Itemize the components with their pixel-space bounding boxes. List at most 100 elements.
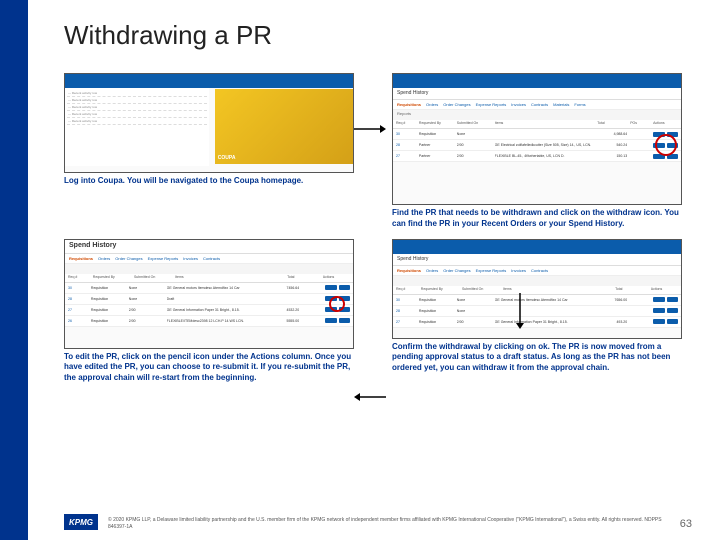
tab-invoices[interactable]: Invoices bbox=[183, 256, 198, 261]
table-row: 27Requisition2/00GE General Information … bbox=[65, 305, 353, 316]
edit-icon[interactable] bbox=[653, 308, 664, 313]
withdraw-icon[interactable] bbox=[667, 308, 678, 313]
col-actions: Actions bbox=[651, 287, 678, 293]
cell-req[interactable]: 30 bbox=[68, 286, 88, 290]
withdraw-icon[interactable] bbox=[667, 319, 678, 324]
caption-1: Log into Coupa. You will be navigated to… bbox=[64, 173, 354, 190]
withdraw-icon[interactable] bbox=[667, 297, 678, 302]
tab-contracts[interactable]: Contracts bbox=[531, 268, 548, 273]
cell-req[interactable]: 27 bbox=[396, 154, 416, 158]
tab-orders[interactable]: Orders bbox=[98, 256, 110, 261]
cell-sub: 2/00 bbox=[457, 320, 492, 324]
tab-order-changes[interactable]: Order Changes bbox=[443, 102, 470, 107]
cell-items: GE Electrical zolfiafelledkcutter (Size … bbox=[495, 143, 595, 147]
edit-icon[interactable] bbox=[325, 318, 336, 323]
col-po: POs bbox=[630, 121, 650, 127]
col-items: Items bbox=[175, 275, 284, 281]
table-head: Req # Requested By Submitted On Items To… bbox=[393, 286, 681, 295]
cell-req[interactable]: 30 bbox=[396, 298, 416, 302]
cell-req[interactable]: 28 bbox=[396, 309, 416, 313]
cell-total: 150.13 bbox=[597, 154, 627, 158]
page-title: Withdrawing a PR bbox=[64, 20, 692, 51]
col-sub: Submitted On bbox=[134, 275, 172, 281]
screenshot-4-wrap: Spend History Requisitions Orders Order … bbox=[392, 239, 682, 387]
table-row: 28RequisitionNoneDraft bbox=[65, 294, 353, 305]
cell-items: Draft bbox=[167, 297, 267, 301]
activity-row: — Recent activity row bbox=[67, 111, 207, 118]
tab-orders[interactable]: Orders bbox=[426, 268, 438, 273]
cell-total: 5555.00 bbox=[269, 319, 299, 323]
tab-expense-reports[interactable]: Expense Reports bbox=[476, 102, 507, 107]
filter-bar[interactable] bbox=[65, 264, 353, 274]
history-tabs: Requisitions Orders Order Changes Expens… bbox=[393, 266, 681, 276]
filter-bar[interactable]: Reports bbox=[393, 110, 681, 120]
cell-req[interactable]: 28 bbox=[396, 143, 416, 147]
tab-requisitions[interactable]: Requisitions bbox=[69, 256, 93, 261]
cell-items: GE General Information Paper 31 Bright.,… bbox=[495, 320, 595, 324]
activity-row: — Recent activity row bbox=[67, 97, 207, 104]
tab-contracts[interactable]: Contracts bbox=[203, 256, 220, 261]
col-actions: Actions bbox=[653, 121, 678, 127]
caption-2: Find the PR that needs to be withdrawn a… bbox=[392, 205, 682, 233]
withdraw-icon[interactable] bbox=[339, 318, 350, 323]
col-by: Requested By bbox=[419, 121, 454, 127]
col-items: Items bbox=[503, 287, 612, 293]
slide-side-accent bbox=[0, 0, 28, 540]
table-row: 30RequisitionNoneGE General motors Itemd… bbox=[65, 283, 353, 294]
page-number: 63 bbox=[680, 518, 692, 530]
tab-order-changes[interactable]: Order Changes bbox=[443, 268, 470, 273]
tab-orders[interactable]: Orders bbox=[426, 102, 438, 107]
page-heading: Spend History bbox=[393, 88, 681, 100]
edit-icon[interactable] bbox=[325, 285, 336, 290]
tab-expense-reports[interactable]: Expense Reports bbox=[476, 268, 507, 273]
cell-req[interactable]: 26 bbox=[68, 319, 88, 323]
cell-sub: 2/00 bbox=[457, 143, 492, 147]
cell-sub: None bbox=[457, 309, 492, 313]
caption-3: To edit the PR, click on the pencil icon… bbox=[64, 349, 354, 387]
tab-order-changes[interactable]: Order Changes bbox=[115, 256, 142, 261]
screenshot-1: — Recent activity row — Recent activity … bbox=[64, 73, 354, 173]
cell-by: Requisition bbox=[419, 132, 454, 136]
cell-total: 540.24 bbox=[597, 143, 627, 147]
arrow-3-2 bbox=[354, 391, 386, 403]
tab-materials[interactable]: Materials bbox=[553, 102, 569, 107]
cell-total: 7656.00 bbox=[597, 298, 627, 302]
col-by: Requested By bbox=[93, 275, 131, 281]
col-req: Req # bbox=[396, 121, 416, 127]
cell-req[interactable]: 27 bbox=[68, 308, 88, 312]
tab-invoices[interactable]: Invoices bbox=[511, 268, 526, 273]
col-actions: Actions bbox=[323, 275, 350, 281]
col-req: Req # bbox=[68, 275, 90, 281]
cell-req[interactable]: 28 bbox=[68, 297, 88, 301]
kpmg-logo: KPMG bbox=[64, 514, 98, 530]
cell-items: FLEXIBLE BL-45., 4f/twhertable, US, LCN … bbox=[495, 154, 595, 158]
screenshot-3-wrap: Spend History Requisitions Orders Order … bbox=[64, 239, 354, 387]
process-grid: — Recent activity row — Recent activity … bbox=[64, 73, 692, 399]
edit-icon[interactable] bbox=[653, 319, 664, 324]
app-header-bar bbox=[393, 74, 681, 88]
activity-row: — Recent activity row bbox=[67, 104, 207, 111]
tab-requisitions[interactable]: Requisitions bbox=[397, 268, 421, 273]
cell-sub: 2/00 bbox=[129, 319, 164, 323]
edit-icon[interactable] bbox=[653, 297, 664, 302]
table-head: Req # Requested By Submitted On Items To… bbox=[393, 120, 681, 129]
cell-sub: None bbox=[129, 286, 164, 290]
arrow-2-4 bbox=[514, 293, 526, 329]
filter-bar[interactable] bbox=[393, 276, 681, 286]
tab-contracts[interactable]: Contracts bbox=[531, 102, 548, 107]
cell-sub: None bbox=[129, 297, 164, 301]
arrow-1-2 bbox=[354, 123, 386, 135]
withdraw-icon[interactable] bbox=[339, 285, 350, 290]
col-items: Items bbox=[495, 121, 595, 127]
cell-items: GE General motors Itemdesc Atemdfixx 14 … bbox=[167, 286, 267, 290]
tab-forms[interactable]: Forms bbox=[574, 102, 585, 107]
recent-activity-panel: — Recent activity row — Recent activity … bbox=[65, 88, 209, 166]
app-header-bar bbox=[65, 74, 353, 88]
tab-expense-reports[interactable]: Expense Reports bbox=[148, 256, 179, 261]
cell-req[interactable]: 27 bbox=[396, 320, 416, 324]
tab-requisitions[interactable]: Requisitions bbox=[397, 102, 421, 107]
cell-req[interactable]: 30 bbox=[396, 132, 416, 136]
screenshot-2-wrap: Spend History Requisitions Orders Order … bbox=[392, 73, 682, 233]
tab-invoices[interactable]: Invoices bbox=[511, 102, 526, 107]
cell-actions bbox=[325, 285, 350, 290]
